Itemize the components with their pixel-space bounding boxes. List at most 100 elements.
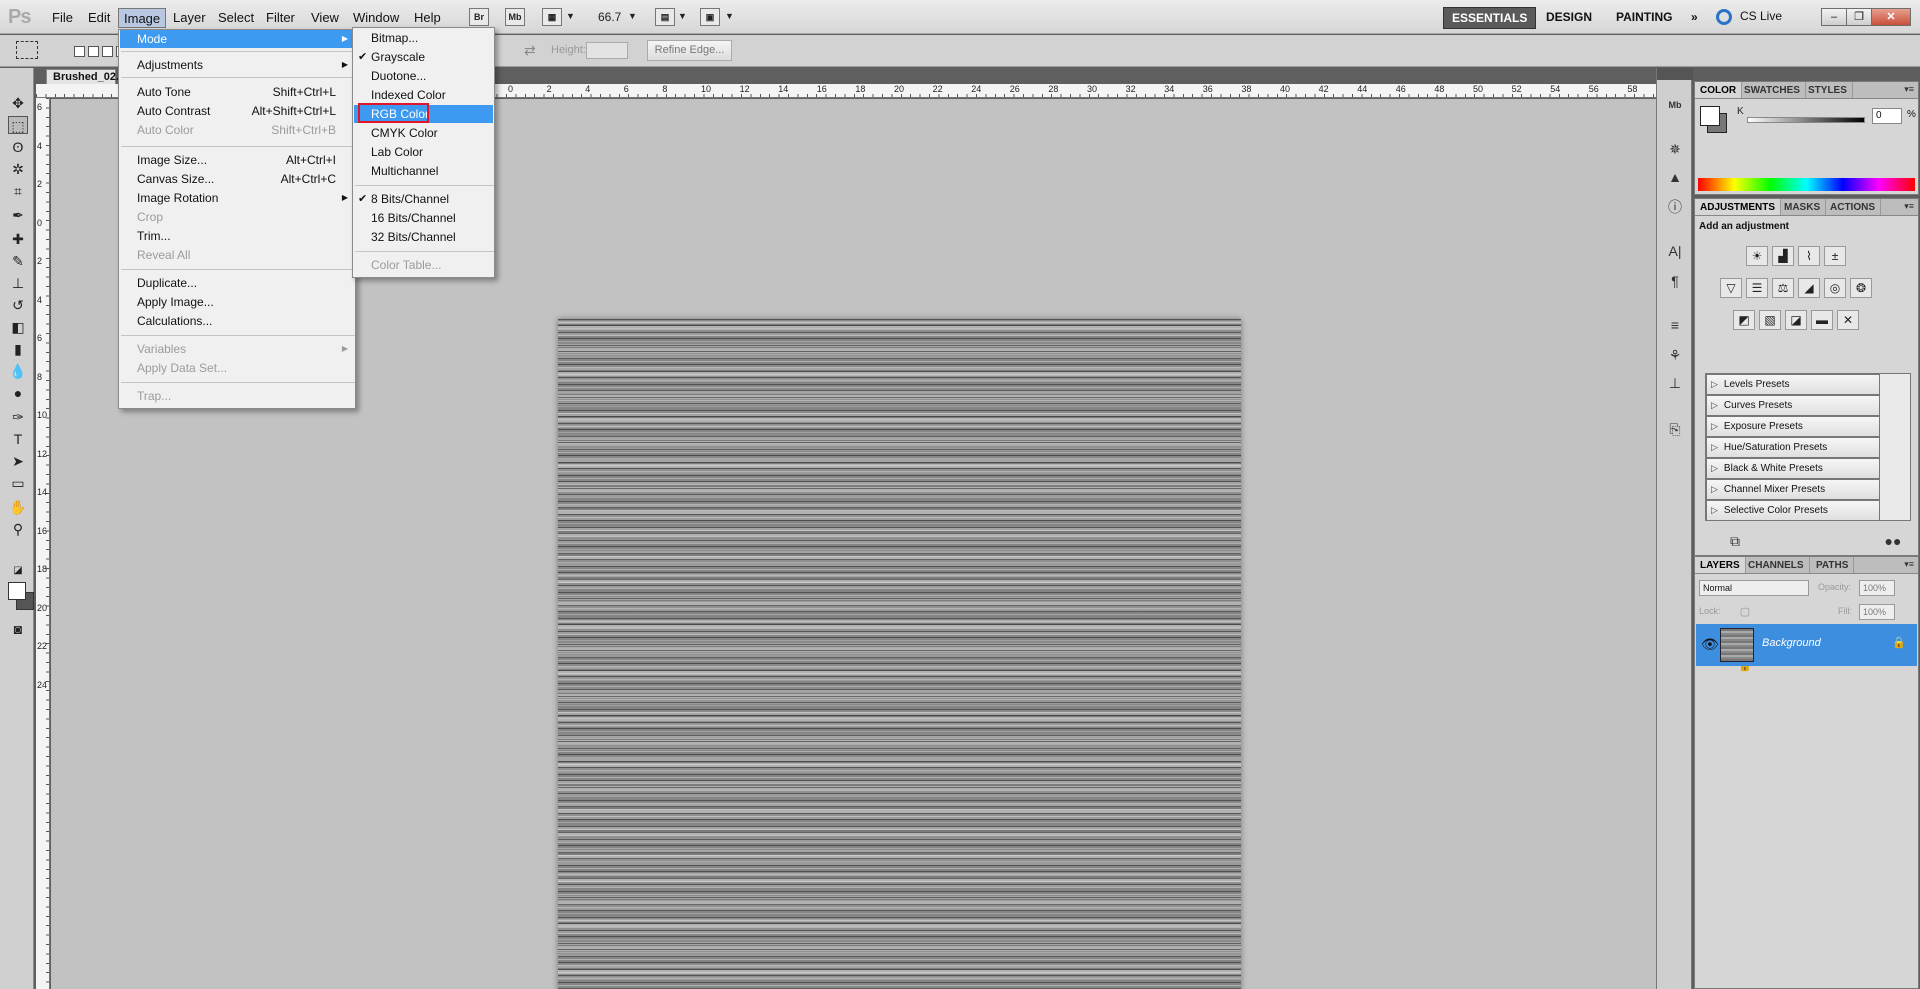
healing-brush-tool-icon[interactable]: ✚ — [8, 230, 28, 248]
mode-cmyk-color[interactable]: CMYK Color — [354, 124, 493, 142]
clone-source-icon[interactable]: ⚘ — [1665, 346, 1685, 364]
menu-view[interactable]: View — [306, 8, 344, 28]
mini-bridge-button[interactable]: Mb — [505, 8, 525, 26]
mode-16-bits[interactable]: 16 Bits/Channel — [354, 209, 493, 227]
fill-field[interactable]: 100% — [1859, 604, 1895, 620]
quick-mask-icon[interactable]: ◙ — [8, 620, 28, 638]
clip-to-layer-icon[interactable]: ⧉ — [1725, 532, 1745, 550]
mode-indexed-color[interactable]: Indexed Color — [354, 86, 493, 104]
panel-menu-icon[interactable]: ▾≡ — [1904, 559, 1914, 570]
layer-row-background[interactable]: 👁 Background 🔒 — [1696, 624, 1917, 666]
color-foreground-swatch[interactable] — [1700, 106, 1720, 126]
clone-stamp-tool-icon[interactable]: ⊥ — [8, 274, 28, 292]
preset-channel-mixer[interactable]: ▷ Channel Mixer Presets — [1706, 479, 1880, 500]
workspaces-more-button[interactable]: » — [1683, 7, 1706, 29]
panel-menu-icon[interactable]: ▾≡ — [1904, 84, 1914, 95]
dodge-tool-icon[interactable]: ● — [8, 384, 28, 402]
hue-saturation-icon[interactable]: ☰ — [1746, 278, 1768, 298]
mini-bridge-icon[interactable]: Mb — [1665, 96, 1685, 114]
menu-item-duplicate[interactable]: Duplicate... — [120, 274, 354, 292]
minimize-button[interactable]: – — [1821, 8, 1847, 26]
paragraph-icon[interactable]: ¶ — [1665, 272, 1685, 290]
menu-item-auto-contrast[interactable]: Auto Contrast Alt+Shift+Ctrl+L — [120, 102, 354, 120]
k-channel-value[interactable]: 0 — [1872, 108, 1902, 124]
marquee-tool-icon[interactable]: ⬚ — [8, 116, 28, 134]
history-icon[interactable]: ⎘ — [1665, 420, 1685, 438]
mode-8-bits[interactable]: ✔ 8 Bits/Channel — [354, 190, 493, 208]
preset-hue-saturation[interactable]: ▷ Hue/Saturation Presets — [1706, 437, 1880, 458]
character-icon[interactable]: A| — [1665, 242, 1685, 260]
gradient-map-icon[interactable]: ▬ — [1811, 310, 1833, 330]
chevron-down-icon[interactable]: ▼ — [566, 11, 575, 21]
layer-name[interactable]: Background — [1762, 637, 1821, 649]
new-selection-icon[interactable] — [74, 46, 85, 57]
hand-tool-icon[interactable]: ✋ — [8, 498, 28, 516]
blur-tool-icon[interactable]: 💧 — [8, 362, 28, 380]
workspace-design[interactable]: DESIGN — [1538, 7, 1600, 29]
menu-window[interactable]: Window — [348, 8, 404, 28]
menu-file[interactable]: File — [47, 8, 78, 28]
channel-mixer-icon[interactable]: ❂ — [1850, 278, 1872, 298]
chevron-down-icon[interactable]: ▼ — [678, 11, 687, 21]
menu-select[interactable]: Select — [213, 8, 259, 28]
foreground-color-swatch[interactable] — [8, 582, 26, 600]
tab-color[interactable]: COLOR — [1695, 82, 1743, 98]
mode-bitmap[interactable]: Bitmap... — [354, 29, 493, 47]
brush-presets-icon[interactable]: ≡ — [1665, 316, 1685, 334]
subtract-selection-icon[interactable] — [102, 46, 113, 57]
zoom-tool-icon[interactable]: ⚲ — [8, 520, 28, 538]
arrange-documents-icon[interactable]: ▤ — [655, 8, 675, 26]
mode-32-bits[interactable]: 32 Bits/Channel — [354, 228, 493, 246]
menu-layer[interactable]: Layer — [168, 8, 211, 28]
black-white-icon[interactable]: ◢ — [1798, 278, 1820, 298]
move-tool-icon[interactable]: ✥ — [8, 94, 28, 112]
brightness-contrast-icon[interactable]: ☀ — [1746, 246, 1768, 266]
cs-live-icon[interactable] — [1716, 9, 1732, 25]
preset-levels[interactable]: ▷ Levels Presets — [1706, 374, 1880, 395]
path-selection-tool-icon[interactable]: ➤ — [8, 452, 28, 470]
dock-collapse-bar[interactable] — [1657, 68, 1693, 80]
height-field[interactable] — [586, 42, 628, 59]
shape-tool-icon[interactable]: ▭ — [8, 474, 28, 492]
crop-tool-icon[interactable]: ⌗ — [8, 182, 28, 200]
screen-mode-icon[interactable]: ▣ — [700, 8, 720, 26]
menu-item-mode[interactable]: Mode ▶ — [120, 30, 354, 48]
workspace-painting[interactable]: PAINTING — [1608, 7, 1680, 29]
chevron-down-icon[interactable]: ▼ — [628, 11, 637, 21]
histogram-icon[interactable]: ▲ — [1665, 168, 1685, 186]
workspace-essentials[interactable]: ESSENTIALS — [1443, 7, 1537, 29]
close-button[interactable]: ✕ — [1871, 8, 1911, 26]
menu-edit[interactable]: Edit — [83, 8, 115, 28]
color-balance-icon[interactable]: ⚖ — [1772, 278, 1794, 298]
selective-color-icon[interactable]: ✕ — [1837, 310, 1859, 330]
restore-button[interactable]: ❐ — [1846, 8, 1872, 26]
document-canvas[interactable] — [558, 319, 1241, 989]
mode-lab-color[interactable]: Lab Color — [354, 143, 493, 161]
document-tab[interactable]: Brushed_02.j — [46, 69, 122, 84]
lock-icons[interactable]: ▢ ✎ ✥ 🔒 — [1735, 603, 1755, 672]
menu-image[interactable]: Image — [118, 8, 167, 28]
tab-masks[interactable]: MASKS — [1779, 199, 1827, 215]
marquee-preset-icon[interactable] — [16, 41, 38, 59]
tab-channels[interactable]: CHANNELS — [1743, 557, 1810, 573]
add-selection-icon[interactable] — [88, 46, 99, 57]
eyedropper-tool-icon[interactable]: ✒ — [8, 206, 28, 224]
curves-icon[interactable]: ⌇ — [1798, 246, 1820, 266]
history-brush-tool-icon[interactable]: ↺ — [8, 296, 28, 314]
chevron-down-icon[interactable]: ▼ — [725, 11, 734, 21]
tool-presets-icon[interactable]: ⊥ — [1665, 374, 1685, 392]
menu-item-calculations[interactable]: Calculations... — [120, 312, 354, 330]
tab-swatches[interactable]: SWATCHES — [1739, 82, 1806, 98]
menu-item-trim[interactable]: Trim... — [120, 227, 354, 245]
swap-dimensions-icon[interactable]: ⇄ — [524, 42, 536, 59]
mode-grayscale[interactable]: ✔ Grayscale — [354, 48, 493, 66]
mode-multichannel[interactable]: Multichannel — [354, 162, 493, 180]
color-ramp[interactable] — [1698, 178, 1915, 191]
blend-mode-select[interactable]: Normal — [1699, 580, 1809, 596]
lasso-tool-icon[interactable]: ʘ — [8, 138, 28, 156]
menu-item-adjustments[interactable]: Adjustments ▶ — [120, 56, 354, 74]
default-colors-icon[interactable]: ◪ ⇆ — [8, 562, 28, 594]
eraser-tool-icon[interactable]: ◧ — [8, 318, 28, 336]
photo-filter-icon[interactable]: ◎ — [1824, 278, 1846, 298]
visibility-eye-icon[interactable]: 👁 — [1701, 636, 1719, 653]
